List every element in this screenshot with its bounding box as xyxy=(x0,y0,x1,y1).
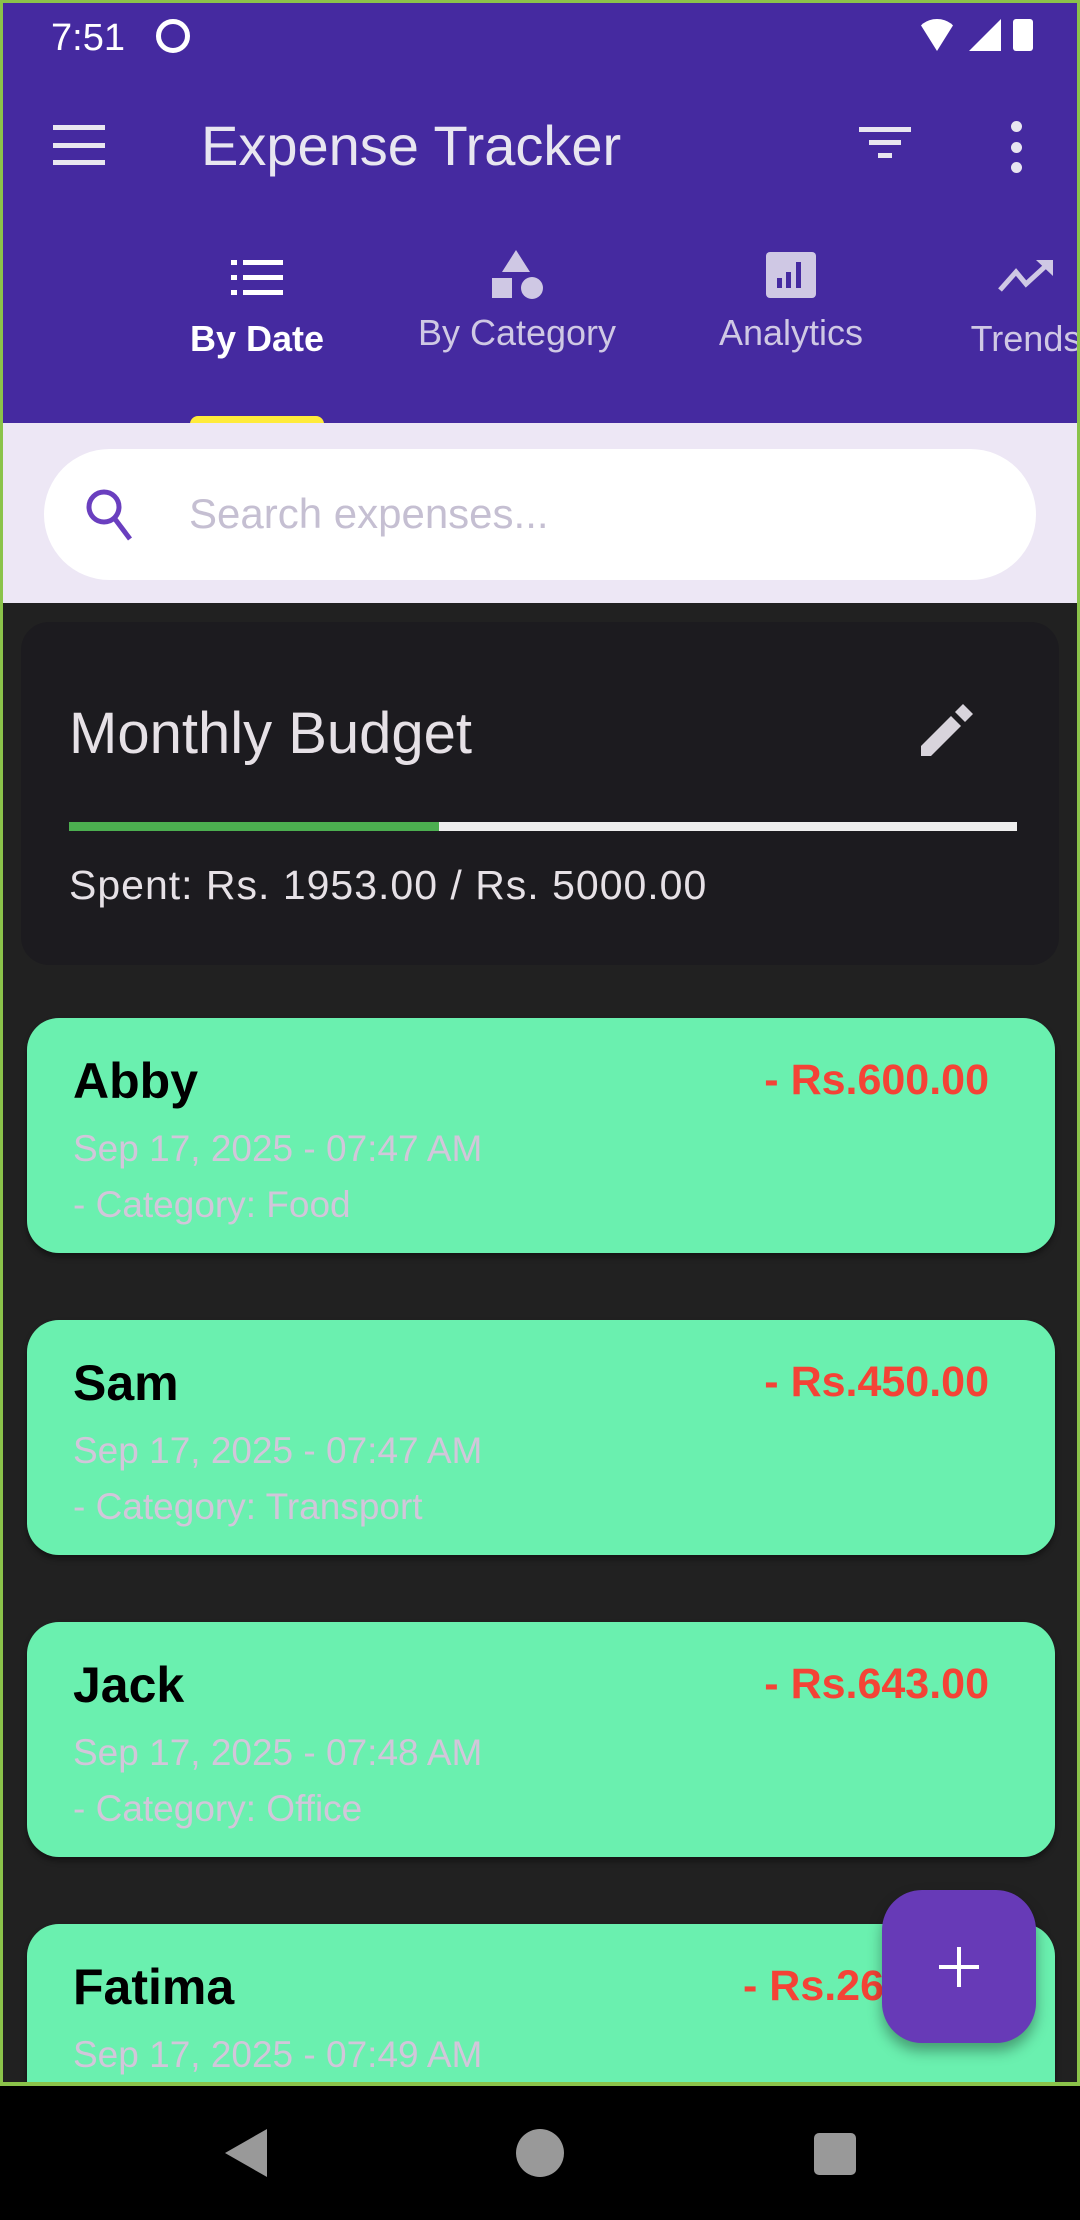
tab-label: Trends xyxy=(970,318,1080,359)
expense-date: Sep 17, 2025 - 07:49 AM xyxy=(73,2034,483,2075)
expense-card[interactable]: Sam - Rs.450.00 Sep 17, 2025 - 07:47 AM … xyxy=(27,1320,1055,1555)
tab-analytics[interactable]: Analytics xyxy=(710,252,872,426)
expense-category: - Category: Food xyxy=(73,1184,351,1225)
battery-icon xyxy=(1013,19,1033,51)
search-area xyxy=(3,423,1077,603)
tab-trends[interactable]: Trends xyxy=(961,258,1080,426)
status-bar: 7:51 xyxy=(3,3,1077,87)
expense-date: Sep 17, 2025 - 07:47 AM xyxy=(73,1430,483,1471)
tab-by-category[interactable]: By Category xyxy=(411,250,623,426)
system-icons xyxy=(917,19,1033,51)
list-icon xyxy=(231,260,283,295)
budget-progress-bar xyxy=(69,822,1017,831)
expense-amount: - Rs.600.00 xyxy=(764,1056,989,1104)
home-icon[interactable] xyxy=(516,2129,564,2177)
expense-amount: - Rs.643.00 xyxy=(764,1660,989,1708)
bar-chart-icon xyxy=(766,252,816,298)
recents-icon[interactable] xyxy=(814,2133,856,2175)
expense-name: Abby xyxy=(73,1053,198,1109)
search-icon xyxy=(86,489,132,541)
expense-amount: - Rs.450.00 xyxy=(764,1358,989,1406)
more-options-icon[interactable] xyxy=(1006,121,1026,173)
status-time: 7:51 xyxy=(51,17,125,59)
search-bar[interactable] xyxy=(44,449,1036,580)
app-bar: 7:51 Expense Tracker By Date By Category xyxy=(3,3,1080,426)
budget-card: Monthly Budget Spent: Rs. 1953.00 / Rs. … xyxy=(21,622,1059,965)
edit-icon[interactable] xyxy=(919,704,973,758)
add-expense-button[interactable] xyxy=(882,1890,1036,2043)
app-title: Expense Tracker xyxy=(201,114,622,177)
expense-card[interactable]: Jack - Rs.643.00 Sep 17, 2025 - 07:48 AM… xyxy=(27,1622,1055,1857)
tab-label: By Category xyxy=(417,312,617,353)
menu-icon[interactable] xyxy=(53,125,105,165)
filter-icon[interactable] xyxy=(859,127,911,163)
app-screen: 7:51 Expense Tracker By Date By Category xyxy=(0,0,1080,2086)
notification-cat-icon xyxy=(156,19,190,53)
wifi-icon xyxy=(917,19,957,51)
expense-name: Sam xyxy=(73,1355,179,1411)
tab-label: Analytics xyxy=(718,312,864,353)
expense-category: - Category: Transport xyxy=(73,1486,423,1527)
signal-icon xyxy=(969,19,1001,51)
tab-label: By Date xyxy=(190,318,325,359)
expense-card[interactable]: Abby - Rs.600.00 Sep 17, 2025 - 07:47 AM… xyxy=(27,1018,1055,1253)
tab-by-date[interactable]: By Date xyxy=(190,258,324,426)
search-input[interactable] xyxy=(189,479,989,549)
back-icon[interactable] xyxy=(225,2129,267,2177)
toolbar: Expense Tracker xyxy=(3,103,1077,187)
budget-progress-fill xyxy=(69,822,440,831)
tab-bar: By Date By Category Analytics Trends xyxy=(3,250,1080,426)
expense-date: Sep 17, 2025 - 07:47 AM xyxy=(73,1128,483,1169)
budget-title: Monthly Budget xyxy=(69,701,473,766)
trending-up-icon xyxy=(998,260,1053,292)
expense-name: Jack xyxy=(73,1657,185,1713)
expense-category: - Category: Office xyxy=(73,1788,363,1829)
expense-date: Sep 17, 2025 - 07:48 AM xyxy=(73,1732,483,1773)
expense-amount: - Rs.26 xyxy=(743,1962,885,2010)
expense-name: Fatima xyxy=(73,1959,235,2015)
category-shapes-icon xyxy=(492,250,543,299)
budget-spent-text: Spent: Rs. 1953.00 / Rs. 5000.00 xyxy=(69,862,708,908)
